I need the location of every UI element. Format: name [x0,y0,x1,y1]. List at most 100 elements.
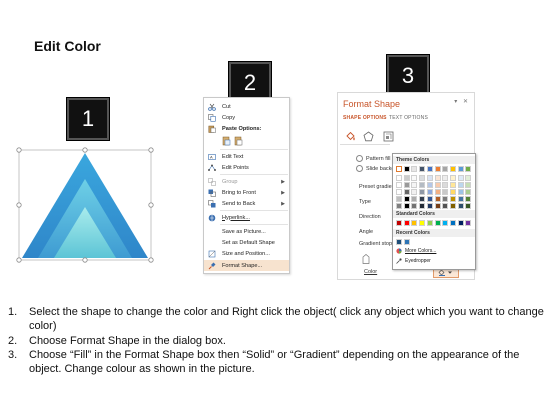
theme-color-swatch[interactable] [442,203,449,209]
standard-color-swatch[interactable] [396,220,402,226]
theme-color-swatch[interactable] [442,175,449,181]
theme-color-swatch[interactable] [449,203,456,209]
theme-color-swatch[interactable] [396,196,402,202]
menu-item-send-to-back[interactable]: Send to Back ▶ [204,198,289,209]
theme-color-swatch[interactable] [465,203,472,209]
standard-color-swatch[interactable] [434,220,441,226]
theme-color-swatch[interactable] [419,203,426,209]
pane-window-controls[interactable]: ▾ ✕ [454,98,470,105]
eyedropper-icon [396,258,402,264]
theme-color-swatch[interactable] [457,182,464,188]
theme-color-swatch[interactable] [442,166,449,172]
theme-color-swatch[interactable] [403,182,410,188]
instruction-item: 1. Select the shape to change the color … [8,306,544,333]
standard-color-swatch[interactable] [449,220,456,226]
theme-color-swatch[interactable] [411,175,418,181]
theme-color-swatch[interactable] [457,175,464,181]
theme-color-swatch[interactable] [434,175,441,181]
menu-item-set-default-shape[interactable]: Set as Default Shape [204,237,289,248]
standard-colors-header: Standard Colors [393,210,475,218]
theme-color-swatch[interactable] [449,182,456,188]
theme-color-swatch[interactable] [442,189,449,195]
theme-color-swatch[interactable] [442,196,449,202]
theme-color-swatch[interactable] [434,196,441,202]
theme-color-swatch[interactable] [457,189,464,195]
theme-color-swatch[interactable] [396,175,402,181]
theme-color-swatch[interactable] [396,166,402,172]
paste-icon [207,125,216,133]
theme-color-swatch[interactable] [442,182,449,188]
recent-color-swatch[interactable] [396,239,402,245]
standard-color-swatch[interactable] [457,220,464,226]
theme-color-swatch[interactable] [419,189,426,195]
theme-color-swatch[interactable] [396,203,402,209]
recent-color-swatch[interactable] [403,239,410,245]
theme-color-swatch[interactable] [426,166,433,172]
paste-picture-icon[interactable] [234,136,243,148]
theme-color-swatch[interactable] [411,203,418,209]
theme-color-swatch[interactable] [465,175,472,181]
theme-color-swatch[interactable] [434,189,441,195]
theme-color-swatch[interactable] [396,189,402,195]
more-colors-option[interactable]: More Colors... [393,247,475,255]
theme-color-swatch[interactable] [419,166,426,172]
theme-color-swatch[interactable] [426,175,433,181]
menu-item-cut[interactable]: Cut [204,101,289,112]
standard-color-swatch[interactable] [442,220,449,226]
theme-color-swatch[interactable] [411,182,418,188]
theme-color-swatch[interactable] [419,175,426,181]
theme-color-swatch[interactable] [419,196,426,202]
theme-color-swatch[interactable] [449,196,456,202]
tab-shape-options[interactable]: SHAPE OPTIONS [343,115,387,121]
theme-color-swatch[interactable] [465,189,472,195]
menu-item-edit-text[interactable]: A Edit Text [204,151,289,162]
theme-color-swatch[interactable] [449,175,456,181]
theme-color-swatch[interactable] [457,203,464,209]
menu-item-edit-points[interactable]: Edit Points [204,162,289,173]
theme-color-swatch[interactable] [434,166,441,172]
theme-color-swatch[interactable] [465,182,472,188]
theme-color-swatch[interactable] [457,196,464,202]
theme-color-swatch[interactable] [426,203,433,209]
standard-color-swatch[interactable] [465,220,472,226]
gradient-stop-handle[interactable] [362,251,370,264]
theme-color-swatch[interactable] [419,182,426,188]
theme-color-swatch[interactable] [465,166,472,172]
theme-color-swatch[interactable] [403,203,410,209]
paste-options-row[interactable] [204,135,289,148]
theme-color-swatch[interactable] [411,196,418,202]
theme-color-swatch[interactable] [403,175,410,181]
standard-color-swatch[interactable] [403,220,410,226]
slide-background-fill-option[interactable]: Slide backgr [356,165,396,172]
theme-color-swatch[interactable] [396,182,402,188]
standard-color-swatch[interactable] [426,220,433,226]
menu-item-hyperlink[interactable]: Hyperlink... [204,212,289,223]
menu-item-format-shape[interactable]: Format Shape... [204,260,289,271]
menu-item-bring-to-front[interactable]: Bring to Front ▶ [204,187,289,198]
menu-item-copy[interactable]: Copy [204,112,289,123]
theme-color-swatch[interactable] [426,189,433,195]
theme-color-swatch[interactable] [403,189,410,195]
theme-color-swatch[interactable] [411,166,418,172]
theme-color-swatch[interactable] [426,196,433,202]
theme-color-swatch[interactable] [403,196,410,202]
menu-item-group[interactable]: Group ▶ [204,176,289,187]
theme-color-swatch[interactable] [411,189,418,195]
standard-color-swatch[interactable] [411,220,418,226]
theme-color-swatch[interactable] [426,182,433,188]
menu-item-save-as-picture[interactable]: Save as Picture... [204,226,289,237]
pattern-fill-option[interactable]: Pattern fill [356,155,390,162]
paste-keep-format-icon[interactable] [222,136,231,148]
theme-color-swatch[interactable] [434,203,441,209]
tab-text-options[interactable]: TEXT OPTIONS [389,115,428,121]
menu-item-size-and-position[interactable]: Size and Position... [204,248,289,259]
theme-color-swatch[interactable] [434,182,441,188]
theme-color-swatch[interactable] [449,189,456,195]
selected-triangle-shape[interactable] [14,145,158,265]
theme-color-swatch[interactable] [457,166,464,172]
eyedropper-option[interactable]: Eyedropper [393,257,475,265]
standard-color-swatch[interactable] [419,220,426,226]
theme-color-swatch[interactable] [403,166,410,172]
theme-color-swatch[interactable] [465,196,472,202]
theme-color-swatch[interactable] [449,166,456,172]
